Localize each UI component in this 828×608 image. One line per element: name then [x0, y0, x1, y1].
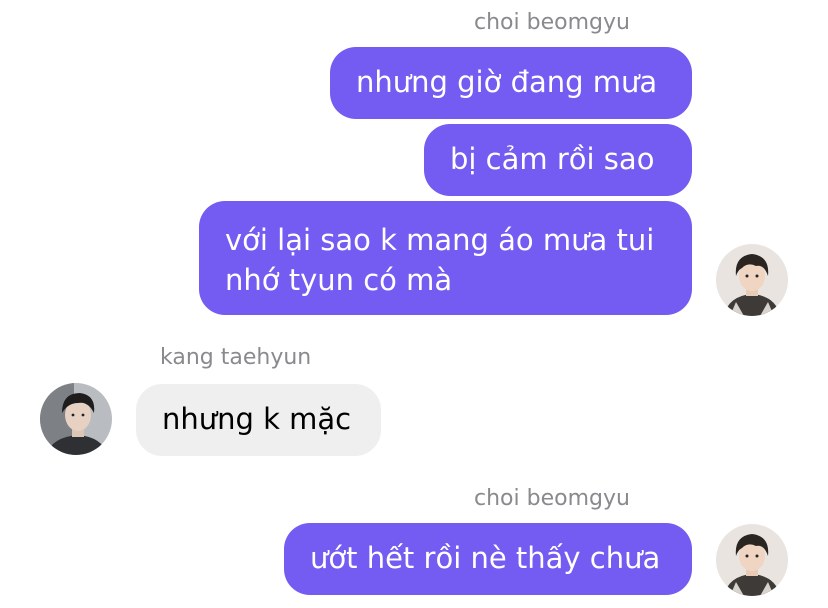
sender-name-taehyun: kang taehyun	[160, 345, 312, 370]
taehyun-avatar[interactable]	[40, 383, 112, 455]
sender-name-beomgyu: choi beomgyu	[474, 486, 630, 511]
message-bubble[interactable]: nhưng k mặc	[136, 384, 381, 456]
beomgyu-avatar[interactable]	[716, 524, 788, 596]
beomgyu-avatar[interactable]	[716, 244, 788, 316]
sender-name-beomgyu: choi beomgyu	[474, 10, 630, 35]
message-bubble[interactable]: bị cảm rồi sao	[424, 124, 692, 196]
message-bubble[interactable]: với lại sao k mang áo mưa tui nhớ tyun c…	[199, 201, 692, 315]
message-bubble[interactable]: nhưng giờ đang mưa	[330, 47, 692, 119]
message-bubble[interactable]: ướt hết rồi nè thấy chưa	[284, 523, 692, 595]
